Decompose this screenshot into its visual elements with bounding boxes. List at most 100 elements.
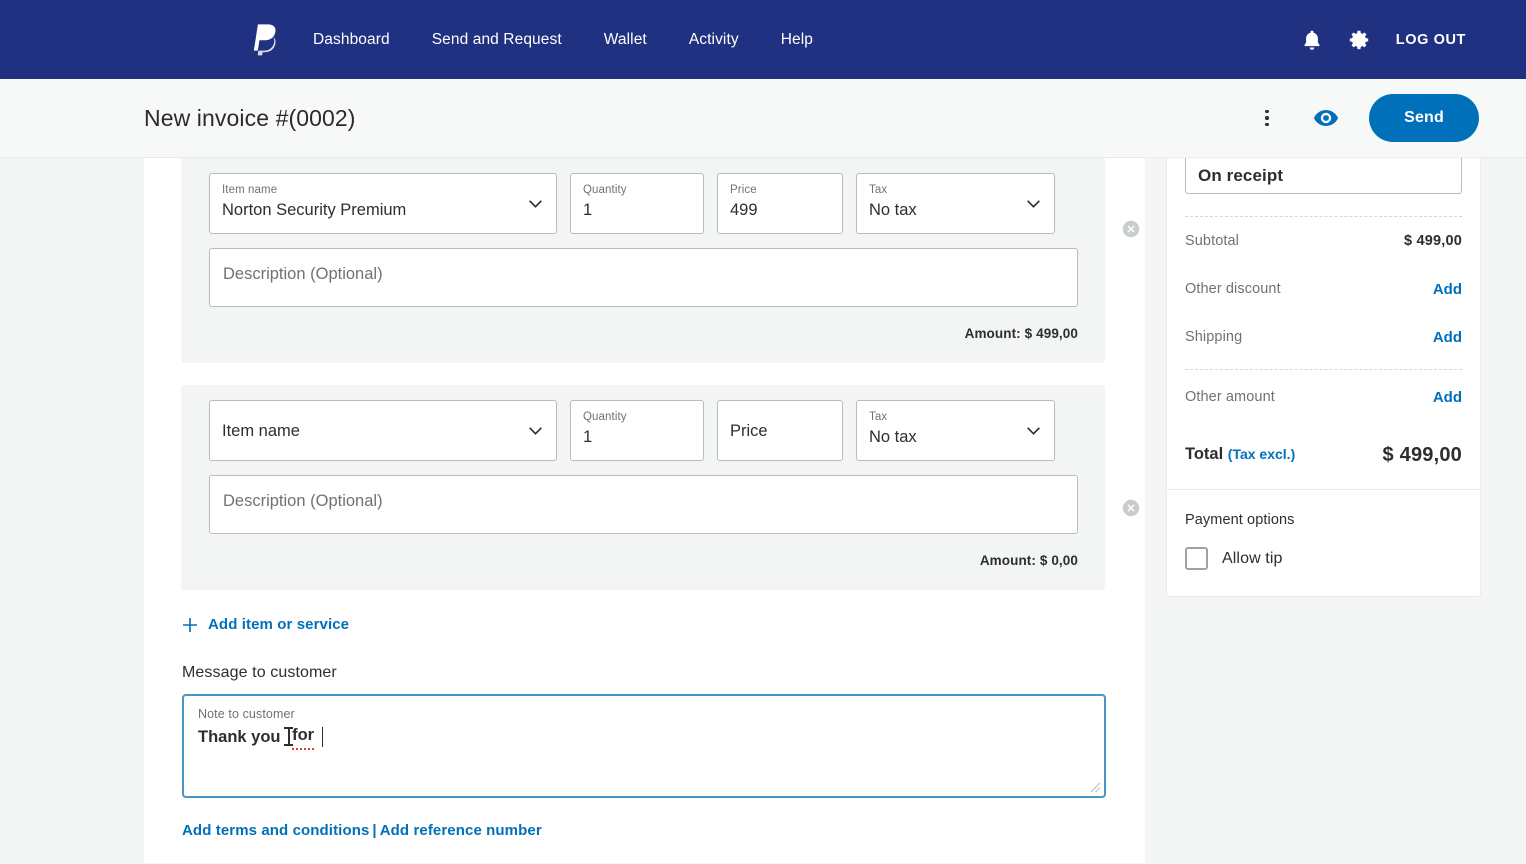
summary-row-shipping: Shipping Add <box>1167 313 1480 361</box>
remove-item-icon[interactable] <box>1122 499 1140 517</box>
amount-label: Amount: <box>964 326 1021 341</box>
chevron-down-icon <box>1027 426 1040 435</box>
item-name-select[interactable]: Item name Norton Security Premium <box>209 173 557 234</box>
quantity-input[interactable]: Quantity 1 <box>570 173 704 234</box>
subtotal-label: Subtotal <box>1185 233 1240 249</box>
footer-link-separator: | <box>372 822 377 839</box>
total-label: Total (Tax excl.) <box>1185 442 1295 466</box>
item-amount-line: Amount: $ 0,00 <box>181 553 1105 568</box>
allow-tip-row[interactable]: Allow tip <box>1185 547 1462 570</box>
invoice-item-row: Item name Norton Security Premium Quanti… <box>181 158 1140 363</box>
price-value: 499 <box>730 201 758 219</box>
description-textarea[interactable] <box>209 475 1078 534</box>
item-name-select[interactable]: Item name <box>209 400 557 461</box>
nav-right-actions: LOG OUT <box>1302 29 1466 51</box>
nav-link-wallet[interactable]: Wallet <box>604 25 647 55</box>
total-tax-note[interactable]: (Tax excl.) <box>1228 446 1295 462</box>
amount-label: Amount: <box>979 553 1036 568</box>
page-title: New invoice #(0002) <box>144 104 356 131</box>
paypal-logo-icon[interactable] <box>251 23 277 57</box>
invoice-item-row: Item name Quantity 1 Price Tax No tax De… <box>181 385 1140 590</box>
page-body: Item name Norton Security Premium Quanti… <box>0 158 1526 863</box>
text-caret <box>321 726 324 747</box>
description-wrapper <box>181 234 1105 312</box>
remove-item-icon[interactable] <box>1122 220 1140 238</box>
right-rail: On receipt Subtotal $ 499,00 Other disco… <box>1167 158 1526 863</box>
nav-link-help[interactable]: Help <box>781 25 813 55</box>
tax-label: Tax <box>869 411 888 423</box>
note-float-label: Note to customer <box>198 707 295 721</box>
item-name-value: Norton Security Premium <box>222 201 407 219</box>
invoice-footer-links: Add terms and conditions | Add reference n… <box>182 822 1145 839</box>
add-item-label: Add item or service <box>208 616 350 633</box>
item-name-placeholder: Item name <box>222 422 300 440</box>
payment-options-label: Payment options <box>1185 512 1295 528</box>
add-other-discount-link[interactable]: Add <box>1433 281 1462 298</box>
price-label: Price <box>730 184 757 196</box>
note-text-value: Thank you for <box>198 723 1090 750</box>
add-item-or-service-button[interactable]: Add item or service <box>182 616 1145 633</box>
tax-select[interactable]: Tax No tax <box>856 173 1055 234</box>
logout-button[interactable]: LOG OUT <box>1396 32 1466 48</box>
item-fields-row: Item name Quantity 1 Price Tax No tax <box>181 400 1105 461</box>
payment-options-section: Payment options Allow tip <box>1167 490 1480 596</box>
shipping-label: Shipping <box>1185 329 1243 345</box>
description-textarea[interactable] <box>209 248 1078 307</box>
kebab-menu-icon[interactable] <box>1250 101 1284 135</box>
subtotal-value: $ 499,00 <box>1403 233 1462 249</box>
preview-button[interactable] <box>1308 103 1344 133</box>
tax-value: No tax <box>869 428 917 446</box>
tax-label: Tax <box>869 184 888 196</box>
item-fields-row: Item name Norton Security Premium Quanti… <box>181 173 1105 234</box>
due-date-select[interactable]: On receipt <box>1185 158 1462 194</box>
mid-gutter <box>1145 158 1167 863</box>
amount-value: $ 499,00 <box>1024 326 1078 341</box>
add-other-amount-link[interactable]: Add <box>1433 389 1462 406</box>
note-misspelled-word: for <box>292 723 315 750</box>
summary-total-row: Total (Tax excl.) $ 499,00 <box>1167 424 1480 490</box>
add-shipping-link[interactable]: Add <box>1433 329 1462 346</box>
amount-value: $ 0,00 <box>1039 553 1078 568</box>
kebab-dot <box>1265 109 1269 114</box>
mouse-ibeam-cursor <box>284 727 294 746</box>
quantity-input[interactable]: Quantity 1 <box>570 400 704 461</box>
allow-tip-checkbox[interactable] <box>1185 547 1208 570</box>
nav-link-dashboard[interactable]: Dashboard <box>313 25 390 55</box>
due-date-section: On receipt <box>1167 158 1480 194</box>
price-input[interactable]: Price 499 <box>717 173 843 234</box>
note-text-after <box>314 725 319 749</box>
chevron-down-icon <box>1027 199 1040 208</box>
description-wrapper <box>181 461 1105 539</box>
send-button[interactable]: Send <box>1369 94 1479 142</box>
due-date-value: On receipt <box>1198 165 1284 185</box>
tax-value: No tax <box>869 201 917 219</box>
item-name-label: Item name <box>222 184 278 196</box>
quantity-label: Quantity <box>583 184 627 196</box>
summary-row-subtotal: Subtotal $ 499,00 <box>1167 217 1480 265</box>
add-reference-number-link[interactable]: Add reference number <box>380 822 542 839</box>
bell-icon[interactable] <box>1302 29 1322 51</box>
resize-grip-icon[interactable] <box>1090 782 1101 793</box>
invoice-subheader: New invoice #(0002) Send <box>0 79 1526 158</box>
total-value: $ 499,00 <box>1382 444 1462 466</box>
invoice-content: Item name Norton Security Premium Quanti… <box>144 158 1145 863</box>
other-amount-label: Other amount <box>1185 389 1275 405</box>
nav-link-send-and-request[interactable]: Send and Request <box>432 25 562 55</box>
tax-select[interactable]: Tax No tax <box>856 400 1055 461</box>
quantity-value: 1 <box>583 201 593 219</box>
invoice-summary-card: On receipt Subtotal $ 499,00 Other disco… <box>1167 158 1480 596</box>
item-amount-line: Amount: $ 499,00 <box>181 326 1105 341</box>
gear-icon[interactable] <box>1349 29 1369 51</box>
note-to-customer-textarea[interactable]: Note to customer Thank you for <box>182 694 1106 798</box>
allow-tip-label: Allow tip <box>1222 549 1283 567</box>
top-navigation-bar: Dashboard Send and Request Wallet Activi… <box>0 0 1526 79</box>
eye-icon <box>1314 110 1339 126</box>
message-section-label: Message to customer <box>182 664 337 681</box>
price-input[interactable]: Price <box>717 400 843 461</box>
chevron-down-icon <box>529 426 542 435</box>
summary-row-other-amount: Other amount Add <box>1167 370 1480 424</box>
price-placeholder: Price <box>730 422 768 440</box>
nav-link-activity[interactable]: Activity <box>689 25 739 55</box>
add-terms-and-conditions-link[interactable]: Add terms and conditions <box>182 822 369 839</box>
note-text-before: Thank you <box>198 727 286 746</box>
